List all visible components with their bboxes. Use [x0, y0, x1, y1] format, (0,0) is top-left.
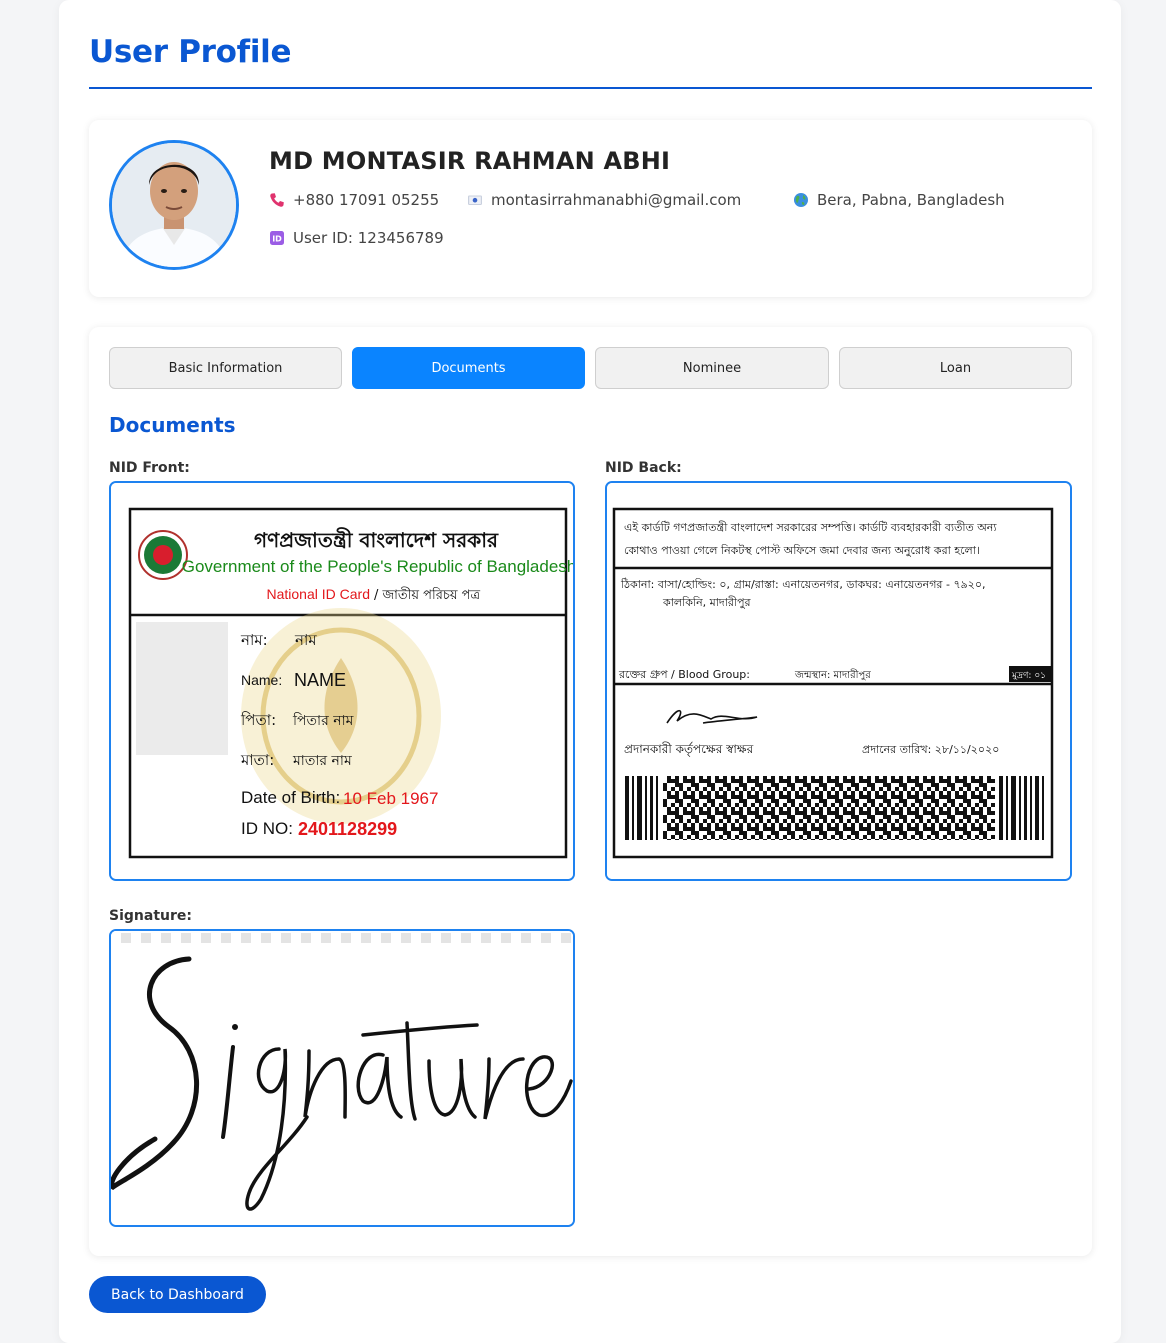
avatar — [109, 140, 239, 270]
nid-back-address-1: ঠিকানা: বাসা/হোল্ডিং: ০, গ্রাম/রাস্তা: এ… — [620, 578, 986, 591]
user-id-info: ID User ID: 123456789 — [269, 229, 444, 247]
signature-image[interactable] — [109, 929, 575, 1227]
nid-front-id-value: 2401128299 — [298, 819, 397, 839]
signature-checker-strip — [111, 931, 573, 943]
nid-front-father-label: পিতা: — [240, 711, 276, 729]
id-icon: ID — [269, 230, 285, 246]
nid-back-notice-2: কোথাও পাওয়া গেলে নিকটস্থ পোস্ট অফিসে জম… — [624, 544, 980, 557]
nid-back-print-no: মুদ্রণ: ০১ — [1011, 671, 1046, 681]
documents-card: Basic Information Documents Nominee Loan… — [89, 327, 1092, 1256]
phone-text: +880 17091 05255 — [293, 191, 440, 209]
nid-front-dob-label: Date of Birth: — [241, 788, 340, 807]
email-text: montasirrahmanabhi@gmail.com — [491, 191, 742, 209]
profile-name: MD MONTASIR RAHMAN ABHI — [269, 147, 671, 175]
location-info: Bera, Pabna, Bangladesh — [793, 191, 1005, 209]
nid-back-address-2: কালকিনি, মাদারীপুর — [662, 596, 752, 609]
nid-back-label: NID Back: — [605, 460, 682, 476]
svg-text:ID: ID — [272, 235, 282, 244]
nid-back-birth-place: জন্মস্থান: মাদারীপুর — [794, 668, 871, 681]
email-icon — [467, 192, 483, 208]
nid-front-name-bn-label: নাম: — [240, 631, 268, 649]
nid-front-name-value: NAME — [294, 670, 346, 690]
nid-front-name-bn-value: নাম — [294, 631, 317, 649]
location-text: Bera, Pabna, Bangladesh — [817, 191, 1005, 209]
nid-front-card-en: National ID Card — [267, 586, 371, 602]
user-id-text: User ID: 123456789 — [293, 229, 444, 247]
tab-loan[interactable]: Loan — [839, 347, 1072, 389]
profile-card: MD MONTASIR RAHMAN ABHI +880 17091 05255… — [89, 120, 1092, 297]
title-divider — [89, 87, 1092, 89]
tab-nominee[interactable]: Nominee — [595, 347, 829, 389]
phone-icon — [269, 192, 285, 208]
signature-label: Signature: — [109, 908, 192, 924]
nid-front-dob-value: 10 Feb 1967 — [343, 789, 438, 808]
nid-front-header-en: Government of the People's Republic of B… — [182, 557, 573, 576]
globe-icon — [793, 192, 809, 208]
nid-front-header-bn: গণপ্রজাতন্ত্রী বাংলাদেশ সরকার — [254, 527, 499, 552]
nid-front-card-bn: / জাতীয় পরিচয় পত্র — [374, 587, 481, 603]
nid-back-image[interactable]: এই কার্ডটি গণপ্রজাতন্ত্রী বাংলাদেশ সরকার… — [605, 481, 1072, 881]
nid-front-label: NID Front: — [109, 460, 190, 476]
nid-back-authority-sign: প্রদানকারী কর্তৃপক্ষের স্বাক্ষর — [624, 742, 754, 757]
tab-documents[interactable]: Documents — [352, 347, 585, 389]
profile-page: User Profile MD MONTASIR RAHMAN ABHI +88… — [59, 0, 1121, 1343]
nid-back-issue-date: প্রদানের তারিখ: ২৮/১১/২০২০ — [862, 743, 999, 756]
nid-front-mother-value: মাতার নাম — [292, 753, 352, 769]
nid-back-blood-group: রক্তের গ্রুপ / Blood Group: — [618, 668, 750, 681]
back-to-dashboard-button[interactable]: Back to Dashboard — [89, 1276, 266, 1313]
documents-heading: Documents — [109, 413, 236, 437]
nid-front-image[interactable]: গণপ্রজাতন্ত্রী বাংলাদেশ সরকার Government… — [109, 481, 575, 881]
tab-basic-information[interactable]: Basic Information — [109, 347, 342, 389]
nid-back-notice-1: এই কার্ডটি গণপ্রজাতন্ত্রী বাংলাদেশ সরকার… — [624, 521, 997, 534]
email-info: montasirrahmanabhi@gmail.com — [467, 191, 741, 209]
page-title: User Profile — [89, 34, 292, 70]
nid-front-father-value: পিতার নাম — [292, 712, 354, 729]
nid-front-id-label: ID NO: — [241, 819, 293, 838]
phone-info: +880 17091 05255 — [269, 191, 439, 209]
nid-front-mother-label: মাতা: — [240, 751, 274, 769]
nid-front-name-label: Name: — [241, 672, 282, 688]
